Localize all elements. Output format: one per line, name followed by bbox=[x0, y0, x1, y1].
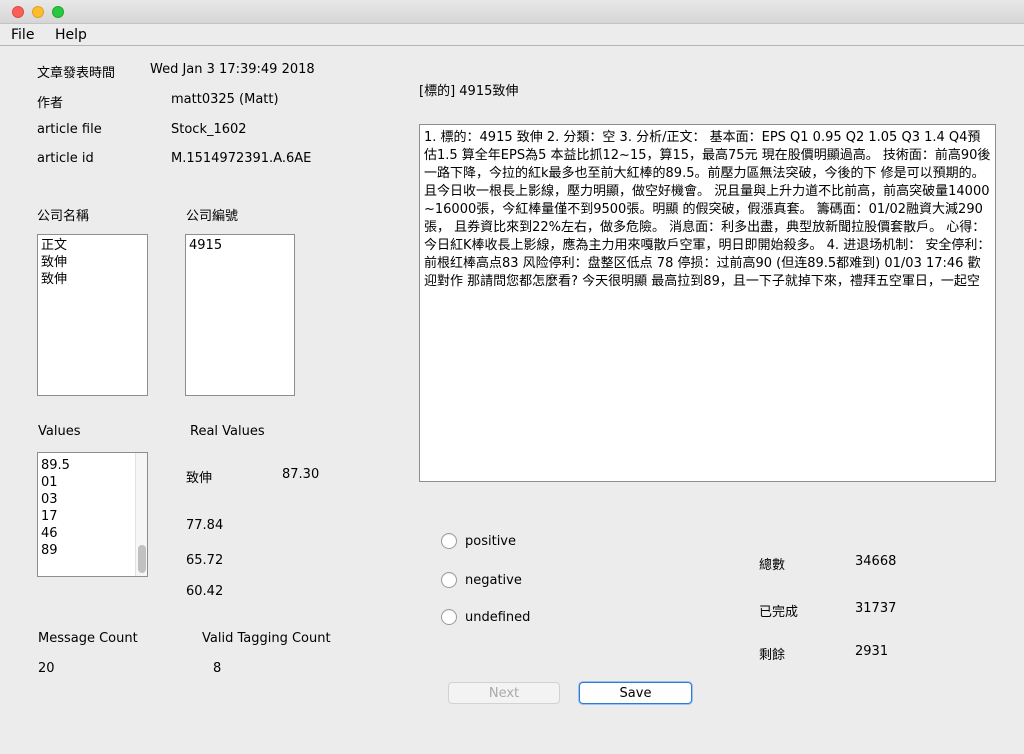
radio-positive[interactable]: positive bbox=[441, 533, 516, 549]
remaining-value: 2931 bbox=[855, 644, 889, 659]
list-item[interactable]: 17 bbox=[41, 508, 144, 525]
real-value-item: 77.84 bbox=[186, 518, 224, 533]
completed-label: 已完成 bbox=[759, 605, 799, 620]
article-id-value: M.1514972391.A.6AE bbox=[171, 151, 312, 166]
list-item[interactable]: 89 bbox=[41, 542, 144, 559]
radio-circle-icon[interactable] bbox=[441, 533, 457, 549]
list-item[interactable]: 89.5 bbox=[41, 457, 144, 474]
radio-circle-icon[interactable] bbox=[441, 609, 457, 625]
scrollbar-thumb[interactable] bbox=[138, 545, 146, 573]
message-count-label: Message Count bbox=[38, 631, 138, 646]
list-item[interactable]: 01 bbox=[41, 474, 144, 491]
real-value-company: 致伸 bbox=[186, 471, 213, 486]
article-file-label: article file bbox=[37, 122, 102, 137]
window-titlebar bbox=[0, 0, 1024, 24]
valid-tagging-count-value: 8 bbox=[213, 661, 222, 676]
list-item[interactable]: 致伸 bbox=[41, 271, 144, 288]
close-window-icon[interactable] bbox=[12, 6, 24, 18]
post-time-label: 文章發表時間 bbox=[37, 66, 116, 81]
real-value-item: 60.42 bbox=[186, 584, 224, 599]
article-body-textarea[interactable]: 1. 標的：4915 致伸 2. 分類：空 3. 分析/正文： 基本面：EPS … bbox=[419, 124, 996, 482]
radio-negative[interactable]: negative bbox=[441, 572, 522, 588]
company-code-label: 公司編號 bbox=[186, 209, 239, 224]
total-value: 34668 bbox=[855, 554, 897, 569]
radio-undefined[interactable]: undefined bbox=[441, 609, 530, 625]
remaining-label: 剩餘 bbox=[759, 648, 786, 663]
list-item[interactable]: 46 bbox=[41, 525, 144, 542]
real-value-item: 87.30 bbox=[282, 467, 320, 482]
author-label: 作者 bbox=[37, 96, 64, 111]
real-value-item: 65.72 bbox=[186, 553, 224, 568]
article-file-value: Stock_1602 bbox=[171, 122, 247, 137]
list-item[interactable]: 03 bbox=[41, 491, 144, 508]
save-button[interactable]: Save bbox=[579, 682, 692, 704]
radio-negative-label: negative bbox=[465, 572, 522, 588]
company-code-list[interactable]: 4915 bbox=[185, 234, 295, 396]
next-button[interactable]: Next bbox=[448, 682, 560, 704]
list-item[interactable]: 致伸 bbox=[41, 254, 144, 271]
values-label: Values bbox=[38, 424, 81, 439]
company-name-list[interactable]: 正文 致伸 致伸 bbox=[37, 234, 148, 396]
list-item[interactable]: 4915 bbox=[189, 237, 291, 254]
radio-circle-icon[interactable] bbox=[441, 572, 457, 588]
author-value: matt0325 (Matt) bbox=[171, 92, 279, 107]
values-list[interactable]: 89.5 01 03 17 46 89 bbox=[37, 452, 148, 577]
menu-file[interactable]: File bbox=[11, 27, 34, 43]
list-item[interactable]: 正文 bbox=[41, 237, 144, 254]
completed-value: 31737 bbox=[855, 601, 897, 616]
zoom-window-icon[interactable] bbox=[52, 6, 64, 18]
radio-positive-label: positive bbox=[465, 533, 516, 549]
real-values-label: Real Values bbox=[190, 424, 265, 439]
valid-tagging-count-label: Valid Tagging Count bbox=[202, 631, 331, 646]
values-scrollbar[interactable] bbox=[135, 453, 147, 576]
company-name-label: 公司名稱 bbox=[37, 209, 90, 224]
menu-bar: File Help bbox=[0, 24, 1024, 46]
total-label: 總數 bbox=[759, 558, 786, 573]
radio-undefined-label: undefined bbox=[465, 609, 531, 625]
post-time-value: Wed Jan 3 17:39:49 2018 bbox=[150, 62, 315, 77]
menu-help[interactable]: Help bbox=[55, 27, 87, 43]
minimize-window-icon[interactable] bbox=[32, 6, 44, 18]
article-id-label: article id bbox=[37, 151, 94, 166]
message-count-value: 20 bbox=[38, 661, 55, 676]
article-title: [標的] 4915致伸 bbox=[419, 84, 519, 99]
